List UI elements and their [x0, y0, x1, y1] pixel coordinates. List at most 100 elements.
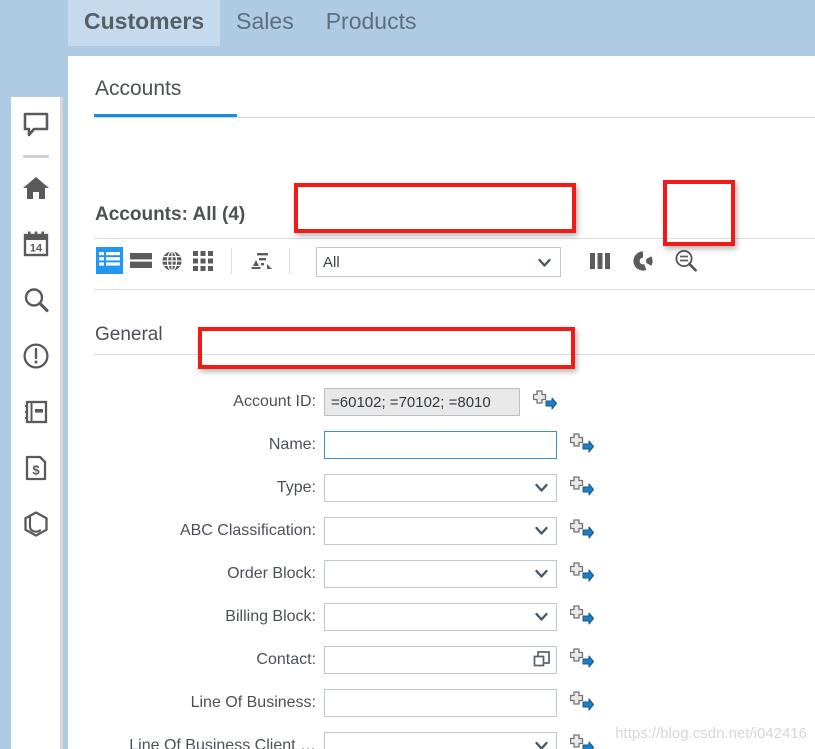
sidebar-item-billing[interactable]: $ [11, 440, 60, 496]
abc-classification-field-control [324, 517, 557, 545]
top-navigation-bar: Customers Sales Products [0, 0, 815, 56]
contact-field-control [324, 646, 557, 674]
account-id-field-add-button[interactable] [532, 389, 557, 415]
contact-field[interactable] [324, 646, 557, 674]
svg-text:$: $ [32, 463, 40, 478]
name-field-control [324, 431, 557, 459]
contact-field-label: Contact: [256, 651, 316, 668]
donut-chart-icon[interactable] [629, 247, 656, 274]
globe-glyph [161, 250, 182, 271]
line-of-business-client-field-add-button[interactable] [569, 733, 594, 749]
package-box-icon [23, 511, 48, 537]
abc-classification-field-label: ABC Classification: [179, 522, 316, 539]
form-row-account-id-field: Account ID: =60102; =70102; =8010 [68, 384, 815, 420]
line-of-business-client-field[interactable] [324, 732, 557, 749]
line-of-business-field[interactable] [324, 689, 557, 717]
sort-glyph [251, 252, 272, 269]
application-window: Customers Sales Products 14 $ Accounts A… [0, 0, 815, 749]
billing-block-field-control [324, 603, 557, 631]
form-row-name-field: Name: [68, 427, 815, 463]
section-rule [94, 354, 815, 355]
main-content-panel: Accounts Accounts: All (4) All General A… [68, 56, 815, 749]
main-tab-customers[interactable]: Customers [68, 0, 221, 46]
line-of-business-field-add-button[interactable] [569, 690, 594, 716]
chevron-down-icon [537, 255, 552, 274]
toolbar-separator-2 [289, 247, 290, 274]
sidebar-item-notes[interactable] [11, 384, 60, 440]
sidebar-item-calendar[interactable]: 14 [11, 216, 60, 272]
order-block-field-add-button[interactable] [569, 561, 594, 587]
form-row-line-of-business-field: Line Of Business: [68, 685, 815, 721]
line-of-business-field-label: Line Of Business: [190, 694, 316, 711]
hide-search-icon[interactable] [672, 247, 699, 274]
order-block-field-control [324, 560, 557, 588]
alert-circle-icon [22, 343, 49, 369]
hide-search-glyph [674, 249, 697, 272]
view-mode-buttons [96, 247, 301, 274]
tile-view-icon[interactable] [189, 247, 216, 274]
column-chart-icon[interactable] [586, 247, 613, 274]
notebook-icon [24, 400, 47, 424]
form-row-billing-block-field: Billing Block: [68, 599, 815, 635]
form-row-abc-classification-field: ABC Classification: [68, 513, 815, 549]
filter-dropdown-value: All [323, 253, 340, 271]
donut-chart-glyph [632, 250, 653, 271]
sidebar-item-search[interactable] [11, 272, 60, 328]
filter-dropdown-box[interactable]: All [316, 247, 561, 277]
line-of-business-client-field-label: Line Of Business Client … [129, 737, 316, 749]
view-toolbar: All [94, 238, 815, 290]
abc-classification-field[interactable] [324, 517, 557, 545]
sidebar-item-products[interactable] [11, 496, 60, 552]
list-view-icon[interactable] [96, 247, 123, 274]
type-field-add-button[interactable] [569, 475, 594, 501]
search-icon [24, 288, 49, 313]
line-of-business-client-field-control [324, 732, 557, 749]
billing-block-field-label: Billing Block: [225, 608, 316, 625]
name-field-add-button[interactable] [569, 432, 594, 458]
name-field[interactable] [324, 431, 557, 459]
tab-bar-rule [94, 117, 815, 118]
contact-field-add-button[interactable] [569, 647, 594, 673]
column-chart-glyph [589, 252, 610, 269]
billing-block-field-add-button[interactable] [569, 604, 594, 630]
section-title-general: General [95, 324, 163, 345]
card-view-icon[interactable] [127, 247, 154, 274]
type-field[interactable] [324, 474, 557, 502]
main-tab-sales[interactable]: Sales [220, 0, 310, 46]
sidebar-item-messages[interactable] [11, 97, 60, 153]
order-block-field[interactable] [324, 560, 557, 588]
chat-bubble-icon [23, 112, 48, 137]
sidebar-item-home[interactable] [11, 160, 60, 216]
value-help-icon[interactable] [532, 650, 552, 675]
type-field-label: Type: [276, 479, 316, 496]
left-sidebar: 14 $ [11, 97, 63, 749]
home-icon [22, 177, 49, 199]
page-tab-bar: Accounts [68, 56, 815, 118]
sort-filter-icon[interactable] [247, 247, 274, 274]
abc-classification-field-add-button[interactable] [569, 518, 594, 544]
search-form: Account ID: =60102; =70102; =8010 Name: Typ… [68, 384, 815, 749]
calendar-icon: 14 [23, 231, 48, 257]
form-row-contact-field: Contact: [68, 642, 815, 678]
account-id-field-control: =60102; =70102; =8010 [324, 388, 520, 416]
billing-block-field[interactable] [324, 603, 557, 631]
svg-text:14: 14 [29, 243, 42, 255]
main-tab-products[interactable]: Products [310, 0, 433, 46]
account-id-field: =60102; =70102; =8010 [324, 388, 520, 416]
account-id-field-label: Account ID: [233, 393, 316, 410]
type-field-control [324, 474, 557, 502]
toolbar-right-buttons [586, 247, 699, 274]
sidebar-divider [22, 155, 49, 158]
form-row-type-field: Type: [68, 470, 815, 506]
watermark: https://blog.csdn.net/i042416 [615, 725, 807, 742]
line-of-business-field-control [324, 689, 557, 717]
order-block-field-label: Order Block: [227, 565, 316, 582]
globe-view-icon[interactable] [158, 247, 185, 274]
filter-dropdown[interactable]: All [316, 247, 561, 277]
invoice-dollar-icon: $ [25, 455, 46, 481]
tab-accounts[interactable]: Accounts [95, 77, 181, 101]
name-field-label: Name: [268, 436, 316, 453]
form-row-order-block-field: Order Block: [68, 556, 815, 592]
toolbar-separator-1 [231, 247, 232, 274]
sidebar-item-alerts[interactable] [11, 328, 60, 384]
